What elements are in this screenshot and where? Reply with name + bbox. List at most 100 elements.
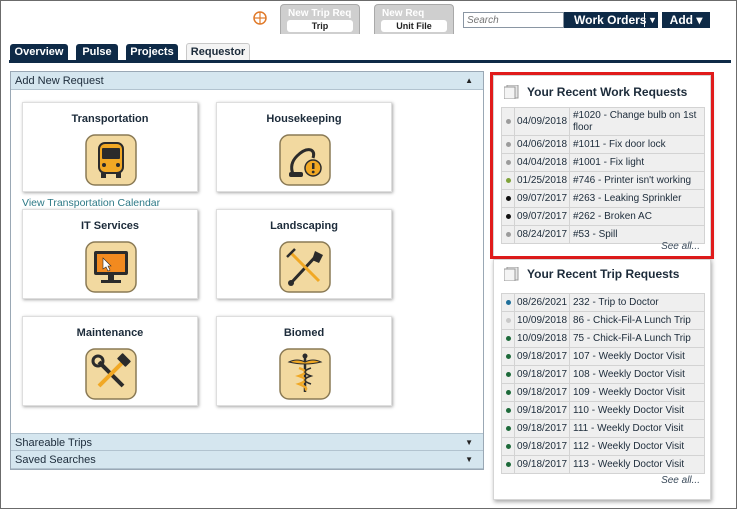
status-cell (501, 437, 515, 456)
card-landscaping-label: Landscaping (270, 220, 338, 232)
new-trip-request-title: New Trip Req (288, 8, 352, 19)
description-cell[interactable]: 75 - Chick-Fil-A Lunch Trip (569, 329, 705, 348)
view-transportation-calendar-link[interactable]: View Transportation Calendar (22, 197, 160, 209)
status-cell (501, 419, 515, 438)
date-cell: 09/18/2017 (514, 347, 570, 366)
highlight-box (490, 72, 714, 259)
recent-trip-requests-title: Your Recent Trip Requests (527, 267, 680, 281)
add-new-request-title: Add New Request (15, 75, 104, 87)
description-cell[interactable]: 107 - Weekly Doctor Visit (569, 347, 705, 366)
card-transportation[interactable]: Transportation (22, 102, 198, 192)
expand-down-icon[interactable]: ▼ (465, 434, 473, 452)
work-orders-button[interactable]: Work Orders ▼ (564, 12, 658, 28)
table-row[interactable]: 10/09/2018 86 - Chick-Fil-A Lunch Trip (501, 311, 705, 330)
vacuum-icon (279, 134, 331, 186)
card-maintenance-label: Maintenance (76, 327, 144, 339)
description-cell[interactable]: 86 - Chick-Fil-A Lunch Trip (569, 311, 705, 330)
shareable-trips-title: Shareable Trips (15, 437, 93, 449)
status-cell (501, 365, 515, 384)
shovel-rake-icon (279, 241, 331, 293)
app-window: New Trip Req Trip New Req Unit File Work… (0, 0, 737, 509)
trip-requests-see-all-link[interactable]: See all... (661, 475, 700, 486)
status-dot-icon (505, 462, 511, 467)
table-row[interactable]: 10/09/2018 75 - Chick-Fil-A Lunch Trip (501, 329, 705, 348)
date-cell: 10/09/2018 (514, 311, 570, 330)
card-landscaping[interactable]: Landscaping (216, 209, 392, 299)
card-it-services[interactable]: IT Services (22, 209, 198, 299)
work-orders-separator (644, 13, 645, 27)
table-row[interactable]: 08/26/2021 232 - Trip to Doctor (501, 293, 705, 312)
status-cell (501, 383, 515, 402)
search-input[interactable] (463, 12, 564, 28)
table-row[interactable]: 09/18/2017 107 - Weekly Doctor Visit (501, 347, 705, 366)
recent-trip-requests-panel: Your Recent Trip Requests 08/26/2021 232 … (493, 259, 711, 500)
status-dot-icon (505, 318, 511, 323)
collapse-up-icon[interactable]: ▲ (465, 72, 473, 90)
new-trip-request-sub: Trip (287, 20, 353, 32)
new-request-tab[interactable]: New Req Unit File (374, 4, 454, 34)
status-dot-icon (505, 300, 511, 305)
status-dot-icon (505, 354, 511, 359)
card-transportation-label: Transportation (71, 113, 149, 125)
globe-icon[interactable] (253, 11, 267, 25)
status-cell (501, 311, 515, 330)
card-housekeeping-label: Housekeeping (266, 113, 342, 125)
date-cell: 09/18/2017 (514, 455, 570, 474)
chevron-down-icon[interactable]: ▼ (648, 12, 657, 28)
status-cell (501, 455, 515, 474)
table-row[interactable]: 09/18/2017 109 - Weekly Doctor Visit (501, 383, 705, 402)
document-icon (504, 267, 519, 281)
description-cell[interactable]: 110 - Weekly Doctor Visit (569, 401, 705, 420)
tab-pulse[interactable]: Pulse (76, 44, 118, 60)
table-row[interactable]: 09/18/2017 113 - Weekly Doctor Visit (501, 455, 705, 474)
date-cell: 09/18/2017 (514, 383, 570, 402)
date-cell: 09/18/2017 (514, 401, 570, 420)
description-cell[interactable]: 108 - Weekly Doctor Visit (569, 365, 705, 384)
date-cell: 10/09/2018 (514, 329, 570, 348)
saved-searches-title: Saved Searches (15, 454, 96, 466)
description-cell[interactable]: 111 - Weekly Doctor Visit (569, 419, 705, 438)
add-button[interactable]: Add ▾ (662, 12, 710, 28)
card-biomed[interactable]: Biomed (216, 316, 392, 406)
bus-icon (85, 134, 137, 186)
status-dot-icon (505, 426, 511, 431)
date-cell: 09/18/2017 (514, 437, 570, 456)
monitor-icon (85, 241, 137, 293)
saved-searches-header[interactable]: Saved Searches ▼ (11, 451, 483, 469)
description-cell[interactable]: 113 - Weekly Doctor Visit (569, 455, 705, 474)
description-cell[interactable]: 232 - Trip to Doctor (569, 293, 705, 312)
expand-down-icon[interactable]: ▼ (465, 451, 473, 469)
new-trip-request-tab[interactable]: New Trip Req Trip (280, 4, 360, 34)
table-row[interactable]: 09/18/2017 110 - Weekly Doctor Visit (501, 401, 705, 420)
table-row[interactable]: 09/18/2017 111 - Weekly Doctor Visit (501, 419, 705, 438)
date-cell: 09/18/2017 (514, 419, 570, 438)
tab-projects[interactable]: Projects (126, 44, 178, 60)
work-orders-label: Work Orders (574, 13, 647, 27)
date-cell: 09/18/2017 (514, 365, 570, 384)
description-cell[interactable]: 109 - Weekly Doctor Visit (569, 383, 705, 402)
status-dot-icon (505, 390, 511, 395)
status-cell (501, 401, 515, 420)
card-maintenance[interactable]: Maintenance (22, 316, 198, 406)
caduceus-icon (279, 348, 331, 400)
tab-requestor[interactable]: Requestor (186, 43, 250, 61)
status-cell (501, 329, 515, 348)
date-cell: 08/26/2021 (514, 293, 570, 312)
status-cell (501, 347, 515, 366)
nav-underline (9, 60, 731, 63)
shareable-trips-header[interactable]: Shareable Trips ▼ (11, 433, 483, 451)
add-new-request-panel: Add New Request ▲ Transportation Houseke… (10, 71, 484, 470)
wrench-hammer-icon (85, 348, 137, 400)
new-request-title: New Req (382, 8, 425, 19)
table-row[interactable]: 09/18/2017 108 - Weekly Doctor Visit (501, 365, 705, 384)
tab-overview[interactable]: Overview (10, 44, 68, 60)
card-biomed-label: Biomed (283, 327, 325, 339)
table-row[interactable]: 09/18/2017 112 - Weekly Doctor Visit (501, 437, 705, 456)
status-dot-icon (505, 408, 511, 413)
card-housekeeping[interactable]: Housekeeping (216, 102, 392, 192)
description-cell[interactable]: 112 - Weekly Doctor Visit (569, 437, 705, 456)
add-new-request-header[interactable]: Add New Request ▲ (11, 72, 483, 90)
status-dot-icon (505, 336, 511, 341)
status-cell (501, 293, 515, 312)
status-dot-icon (505, 372, 511, 377)
